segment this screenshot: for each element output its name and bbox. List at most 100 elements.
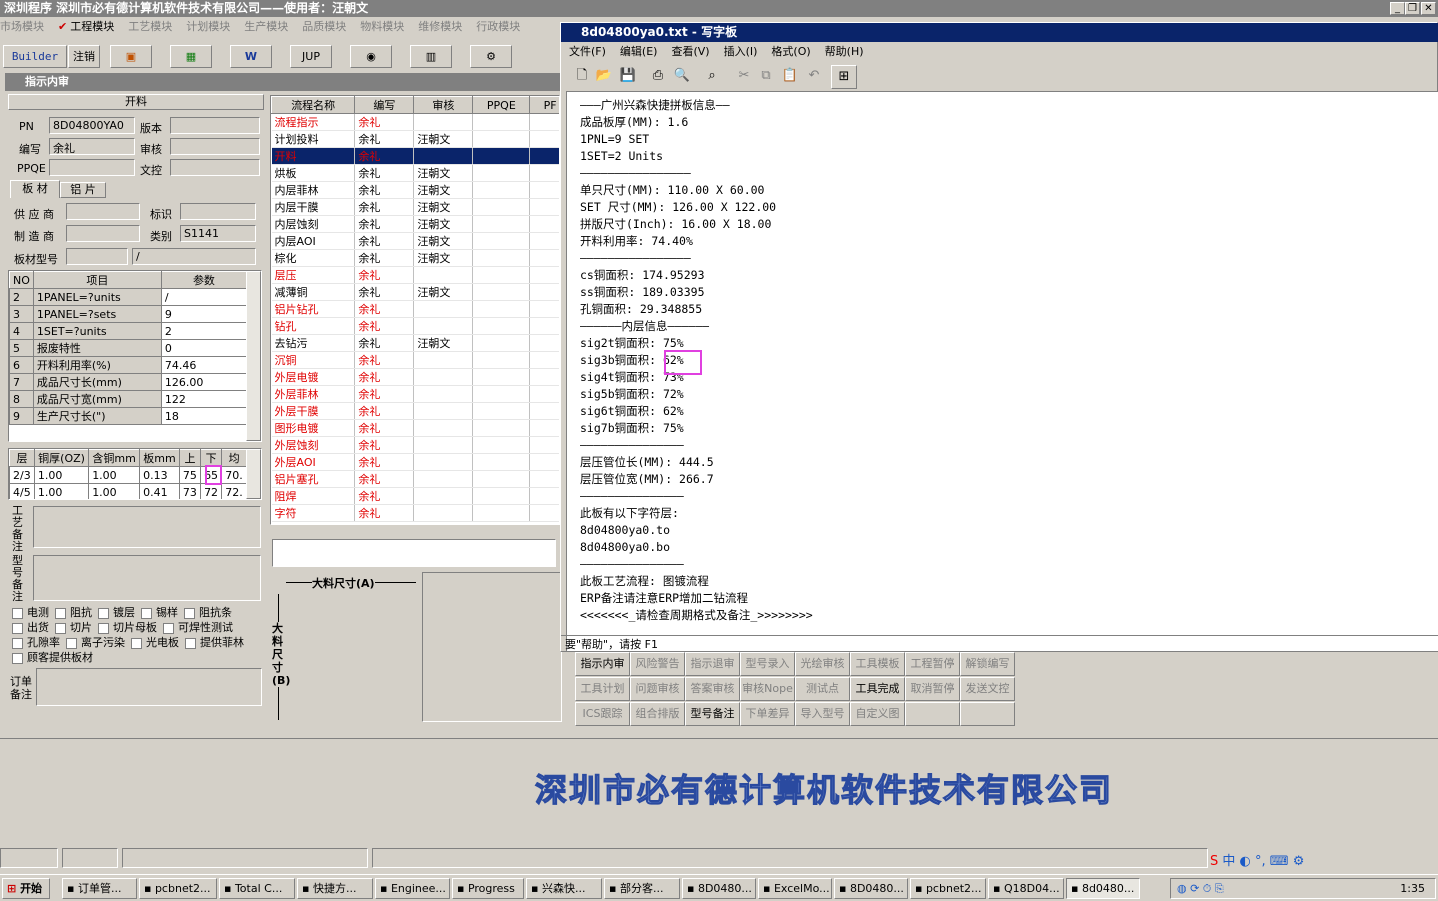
task-button[interactable]: ▪ 订单管...	[62, 878, 137, 899]
minimize-button[interactable]: _	[1390, 2, 1405, 15]
checkbox-box[interactable]	[12, 622, 23, 634]
checkbox-box[interactable]	[66, 637, 77, 649]
module-4[interactable]: 生产模块	[244, 20, 288, 33]
task-button[interactable]: ▪ 部分客...	[604, 878, 680, 899]
checkbox-11[interactable]: 光电板	[131, 634, 179, 649]
checkbox-12[interactable]: 提供菲林	[185, 634, 244, 649]
task-button[interactable]: ▪ pcbnet2...	[139, 878, 217, 899]
start-button[interactable]: ⊞ 开始	[2, 878, 50, 899]
process-row[interactable]: 内层蚀刻 余礼 汪朝文	[271, 215, 559, 233]
function-button[interactable]: 测试点	[795, 677, 850, 701]
task-button[interactable]: ▪ 快捷方...	[297, 878, 373, 899]
checkbox-3[interactable]: 锡样	[141, 604, 178, 619]
table-row[interactable]: 6 开料利用率(%) 74.46	[9, 356, 248, 374]
checkbox-0[interactable]: 电测	[12, 604, 49, 619]
checkbox-box[interactable]	[98, 622, 109, 634]
module-5[interactable]: 品质模块	[302, 20, 346, 33]
checkbox-box[interactable]	[12, 652, 23, 664]
function-button[interactable]: 答案审核	[685, 677, 740, 701]
logout-button[interactable]: 注销	[68, 45, 100, 68]
function-button[interactable]: 指示退审	[685, 652, 740, 676]
eye-icon[interactable]: ◉	[350, 45, 392, 68]
process-row[interactable]: 铝片钻孔 余礼	[271, 300, 559, 318]
database-icon[interactable]: ▥	[410, 45, 452, 68]
checkbox-7[interactable]: 切片母板	[98, 619, 157, 634]
checkbox-8[interactable]: 可焊性测试	[163, 619, 233, 634]
process-input[interactable]	[272, 539, 556, 567]
restore-button[interactable]: ❐	[1405, 2, 1420, 15]
ppqe-field[interactable]	[49, 159, 135, 176]
wordpad-menu-item[interactable]: 格式(O)	[771, 45, 810, 58]
tab-board[interactable]: 板 材	[10, 180, 60, 198]
process-row[interactable]: 外层蚀刻 余礼	[271, 436, 559, 454]
checkbox-4[interactable]: 阻抗条	[184, 604, 232, 619]
checkbox-box[interactable]	[98, 607, 109, 619]
function-button[interactable]: 问题审核	[630, 677, 685, 701]
find-icon[interactable]: ⌕	[699, 65, 725, 89]
function-button[interactable]: 工具计划	[575, 677, 630, 701]
process-row[interactable]: 铝片塞孔 余礼	[271, 470, 559, 488]
function-button[interactable]: 型号录入	[740, 652, 795, 676]
craft-note-field[interactable]	[33, 506, 261, 548]
layers-grid[interactable]: 层铜厚(OZ) 含铜mm 板mm 上下均 2/3 1.00 1.00 0.13 75 65 70.…	[8, 448, 262, 500]
table-row[interactable]: 9 生产尺寸长(") 18	[9, 407, 248, 425]
checkbox-box[interactable]	[141, 607, 152, 619]
checkbox-5[interactable]: 出货	[12, 619, 49, 634]
task-button[interactable]: ▪ 兴森快...	[526, 878, 602, 899]
order-note-field[interactable]	[36, 668, 262, 706]
process-row[interactable]: 内层干膜 余礼 汪朝文	[271, 198, 559, 216]
model-field[interactable]	[66, 248, 128, 265]
task-button[interactable]: ▪ Enginee...	[375, 878, 450, 899]
powerpoint-icon[interactable]: ▣	[110, 45, 152, 68]
process-row[interactable]: 流程指示 余礼	[271, 113, 559, 131]
function-button[interactable]: 解锁编写	[960, 652, 1015, 676]
process-row[interactable]: 外层干膜 余礼	[271, 402, 559, 420]
checkbox-box[interactable]	[12, 637, 23, 649]
module-6[interactable]: 物料模块	[360, 20, 404, 33]
process-row[interactable]: 外层AOI 余礼	[271, 453, 559, 471]
table-row[interactable]: 2 1PANEL=?units /	[9, 288, 248, 306]
function-button[interactable]: 自定义图	[850, 702, 905, 726]
function-button[interactable]: 指示内审	[575, 652, 630, 676]
paste-icon[interactable]: 📋	[777, 65, 803, 89]
process-row[interactable]: 开料 余礼	[271, 147, 559, 165]
function-button[interactable]: 导入型号	[795, 702, 850, 726]
checkbox-box[interactable]	[163, 622, 174, 634]
process-row[interactable]: 棕化 余礼 汪朝文	[271, 249, 559, 267]
table-row[interactable]: 3 1PANEL=?sets 9	[9, 305, 248, 323]
table-row[interactable]: 4 1SET=?units 2	[9, 322, 248, 340]
task-button[interactable]: ▪ Progress	[452, 878, 524, 899]
open-icon[interactable]: 📂	[591, 65, 617, 89]
process-row[interactable]: 外层电镀 余礼	[271, 368, 559, 386]
model-note-field[interactable]	[33, 555, 261, 601]
process-row[interactable]: 计划投料 余礼 汪朝文	[271, 130, 559, 148]
checkbox-box[interactable]	[55, 622, 66, 634]
process-row[interactable]: 烘板 余礼 汪朝文	[271, 164, 559, 182]
mark-field[interactable]	[180, 203, 256, 220]
function-button[interactable]: 光绘审核	[795, 652, 850, 676]
supplier-field[interactable]	[66, 203, 140, 220]
table-row[interactable]: 7 成品尺寸长(mm) 126.00	[9, 373, 248, 391]
save-icon[interactable]: 💾	[615, 65, 641, 89]
function-button[interactable]: 取消暂停	[905, 677, 960, 701]
module-7[interactable]: 维修模块	[418, 20, 462, 33]
checkbox-1[interactable]: 阻抗	[55, 604, 92, 619]
process-row[interactable]: 层压 余礼	[271, 266, 559, 284]
undo-icon[interactable]: ↶	[801, 65, 827, 89]
function-button[interactable]: 风险警告	[630, 652, 685, 676]
checkbox-10[interactable]: 离子污染	[66, 634, 125, 649]
function-button[interactable]: 审核Nope	[740, 677, 795, 701]
ime-toolbar[interactable]: S 中 ◐ °, ⌨ ⚙	[1210, 850, 1304, 870]
gear-icon[interactable]: ⚙	[470, 45, 512, 68]
task-button[interactable]: ▪ Q18D04...	[988, 878, 1064, 899]
function-button[interactable]	[960, 702, 1015, 726]
process-row[interactable]: 减薄铜 余礼 汪朝文	[271, 283, 559, 301]
checkbox-13[interactable]: 顾客提供板材	[12, 649, 93, 664]
module-0[interactable]: 市场模块	[0, 20, 44, 33]
pn-field[interactable]: 8D04800YA0	[49, 117, 135, 134]
excel-icon[interactable]: ▦	[170, 45, 212, 68]
module-1[interactable]: 工程模块	[70, 20, 114, 33]
maker-field[interactable]	[66, 225, 140, 242]
process-row[interactable]: 字符 余礼	[271, 504, 559, 522]
function-button[interactable]: 工程暂停	[905, 652, 960, 676]
